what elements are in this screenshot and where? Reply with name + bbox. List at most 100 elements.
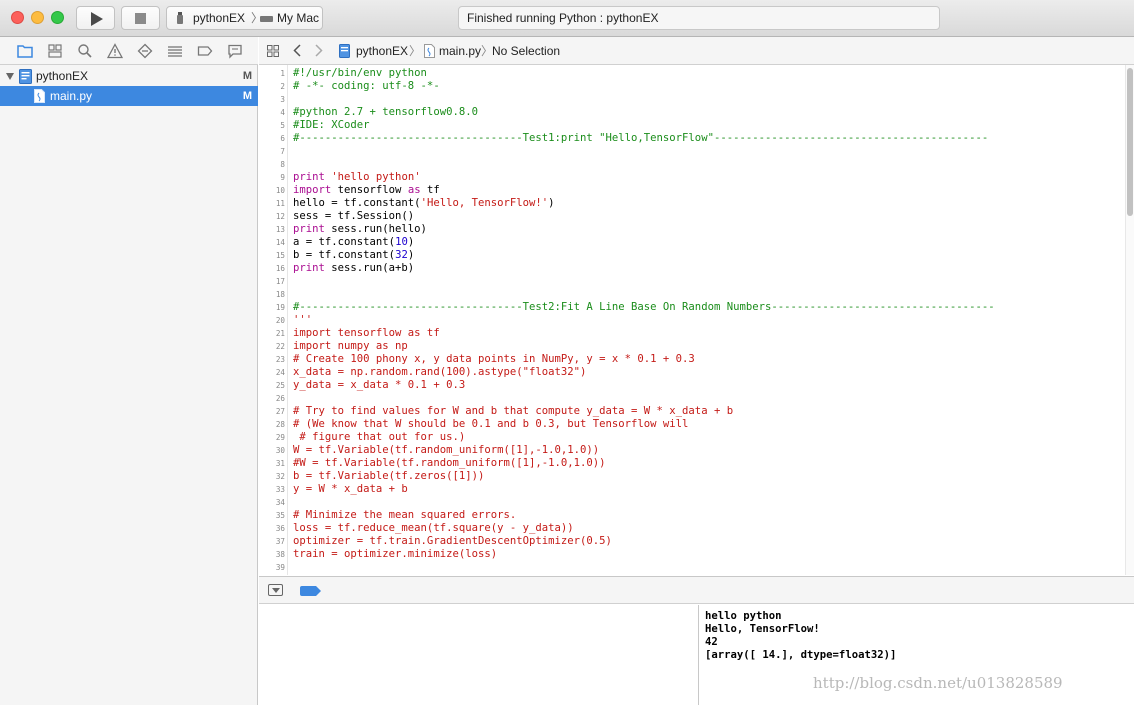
navigator-tab-bar: [0, 37, 258, 65]
breakpoints-toggle-icon[interactable]: [300, 586, 321, 596]
variables-view[interactable]: [259, 605, 699, 705]
navigator-pane: pythonEX M main.py M: [0, 37, 258, 705]
line-number: 18: [275, 290, 285, 299]
code-text: # -*- coding: utf-8 -*-: [293, 80, 440, 93]
console-line: [array([ 14.], dtype=float32)]: [705, 649, 897, 661]
code-text: print 'hello python': [293, 171, 421, 184]
line-number: 36: [275, 524, 285, 533]
jump-bar: pythonEX 〉 main.py 〉 No Selection: [259, 37, 1134, 65]
code-text: #W = tf.Variable(tf.random_uniform([1],-…: [293, 457, 606, 470]
code-token: # Create 100 phony x, y data points in N…: [293, 353, 695, 365]
code-text: optimizer = tf.train.GradientDescentOpti…: [293, 535, 612, 548]
code-token: ): [548, 197, 555, 209]
related-items-icon[interactable]: [267, 45, 279, 57]
run-button[interactable]: [76, 6, 115, 30]
back-arrow-icon[interactable]: [293, 44, 301, 57]
code-text: W = tf.Variable(tf.random_uniform([1],-1…: [293, 444, 599, 457]
breakpoint-navigator-icon[interactable]: [197, 43, 213, 59]
code-token: 10: [395, 236, 408, 248]
code-text: b = tf.constant(32): [293, 249, 414, 262]
code-text: import numpy as np: [293, 340, 408, 353]
issue-navigator-icon[interactable]: [107, 43, 123, 59]
code-token: print: [293, 171, 325, 183]
code-text: # (We know that W should be 0.1 and b 0.…: [293, 418, 688, 431]
jump-bar-project[interactable]: pythonEX: [356, 43, 408, 59]
code-token: 32: [395, 249, 408, 261]
hide-debug-area-button[interactable]: [268, 584, 283, 596]
find-navigator-icon[interactable]: [77, 43, 93, 59]
scm-status-badge: M: [242, 70, 252, 82]
code-token: W = tf.Variable(tf.random_uniform([1],-1…: [293, 444, 600, 456]
scheme-selector[interactable]: pythonEX 〉 My Mac: [166, 6, 323, 30]
editor-scroll-thumb[interactable]: [1127, 68, 1133, 216]
debug-navigator-icon[interactable]: [167, 43, 183, 59]
line-number: 11: [275, 199, 285, 208]
source-editor[interactable]: 1 #!/usr/bin/env python 2 # -*- coding: utf…: [259, 65, 1134, 575]
code-text: sess = tf.Session(): [293, 210, 414, 223]
code-token: sess.run(hello): [324, 223, 427, 235]
scheme-name: pythonEX: [193, 11, 246, 25]
line-number: 15: [275, 251, 285, 260]
zoom-window-button[interactable]: [51, 11, 64, 24]
code-text: #IDE: XCoder: [293, 119, 370, 132]
code-token: x_data = np.random.rand(100).astype("flo…: [293, 366, 587, 378]
jump-bar-selection[interactable]: No Selection: [492, 43, 560, 59]
stop-icon: [135, 13, 146, 24]
disclosure-triangle-icon[interactable]: [6, 73, 14, 80]
python-file-icon: [177, 12, 183, 24]
code-text: x_data = np.random.rand(100).astype("flo…: [293, 366, 586, 379]
line-number: 25: [275, 381, 285, 390]
jump-bar-file[interactable]: main.py: [439, 43, 481, 59]
line-number: 38: [275, 550, 285, 559]
line-number: 20: [275, 316, 285, 325]
code-token: ''': [293, 314, 313, 326]
file-name: main.py: [50, 89, 93, 103]
code-token: #-----------------------------------Test…: [293, 132, 989, 144]
run-destination: My Mac: [277, 11, 319, 25]
line-number: 4: [280, 108, 285, 117]
code-token: 'hello python': [331, 171, 421, 183]
code-token: loss = tf.reduce_mean(tf.square(y - y_da…: [293, 522, 574, 534]
code-token: print: [293, 262, 325, 274]
line-number: 17: [275, 277, 285, 286]
minimize-window-button[interactable]: [31, 11, 44, 24]
close-window-button[interactable]: [11, 11, 24, 24]
line-number: 30: [275, 446, 285, 455]
line-number: 37: [275, 537, 285, 546]
code-token: # -*- coding: utf-8 -*-: [293, 80, 440, 92]
console-line: 42: [705, 636, 718, 648]
line-number: 2: [280, 82, 285, 91]
code-token: hello = tf.constant(: [293, 197, 421, 209]
code-token: # Minimize the mean squared errors.: [293, 509, 517, 521]
code-text: y = W * x_data + b: [293, 483, 408, 496]
forward-arrow-icon[interactable]: [315, 44, 323, 57]
source-control-navigator-icon[interactable]: [47, 43, 63, 59]
code-text: #python 2.7 + tensorflow0.8.0: [293, 106, 478, 119]
code-text: import tensorflow as tf: [293, 184, 440, 197]
code-token: print: [293, 223, 325, 235]
line-number: 9: [280, 173, 285, 182]
navigator-project-row[interactable]: pythonEX M: [0, 66, 258, 86]
code-token: #python 2.7 + tensorflow0.8.0: [293, 106, 478, 118]
line-number: 12: [275, 212, 285, 221]
project-icon: [339, 44, 350, 58]
editor-scrollbar[interactable]: [1125, 65, 1134, 575]
code-token: a = tf.constant(: [293, 236, 396, 248]
code-token: tensorflow: [331, 184, 408, 196]
line-number: 13: [275, 225, 285, 234]
project-navigator-icon[interactable]: [17, 43, 33, 59]
console-line: Hello, TensorFlow!: [705, 623, 820, 635]
code-token: sess = tf.Session(): [293, 210, 415, 222]
code-token: y = W * x_data + b: [293, 483, 408, 495]
line-number: 34: [275, 498, 285, 507]
code-token: # (We know that W should be 0.1 and b 0.…: [293, 418, 689, 430]
code-token: # figure that out for us.): [293, 431, 466, 443]
test-navigator-icon[interactable]: [137, 43, 153, 59]
line-number: 22: [275, 342, 285, 351]
navigator-file-row[interactable]: main.py M: [0, 86, 258, 106]
stop-button[interactable]: [121, 6, 160, 30]
code-text: #-----------------------------------Test…: [293, 132, 988, 145]
code-text: hello = tf.constant('Hello, TensorFlow!'…: [293, 197, 555, 210]
line-number: 1: [280, 69, 285, 78]
report-navigator-icon[interactable]: [227, 43, 243, 59]
